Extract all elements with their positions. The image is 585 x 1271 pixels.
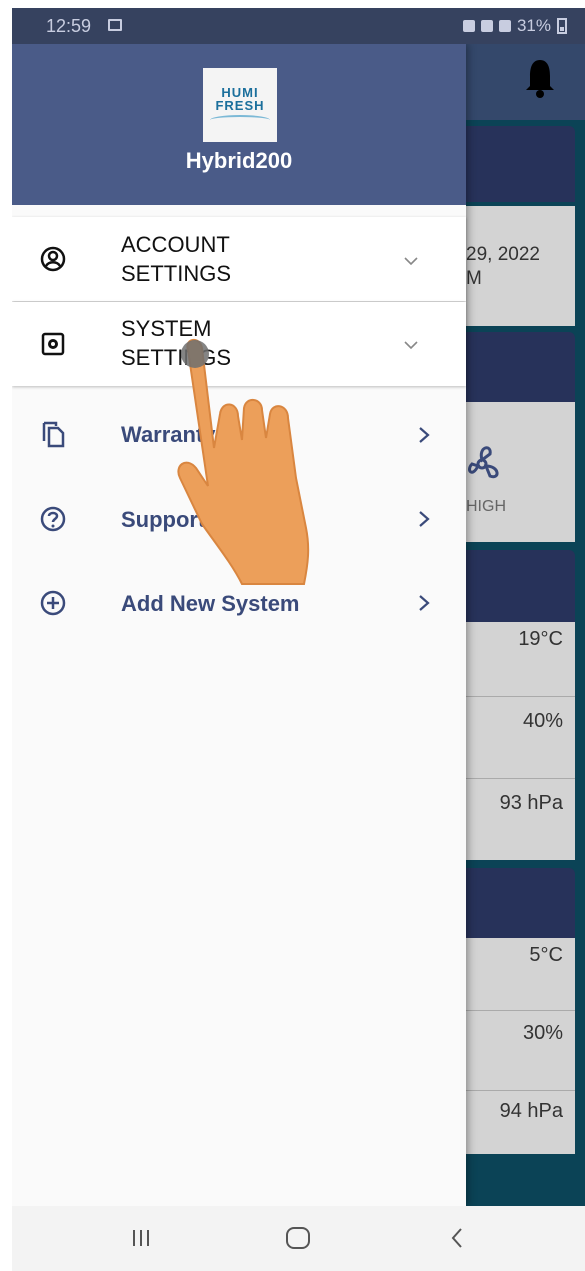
background-card-header [466, 332, 575, 402]
status-time: 12:59 [46, 16, 92, 36]
bell-icon [526, 60, 554, 98]
battery-percent: 31% [516, 16, 551, 35]
back-button[interactable] [449, 1226, 465, 1250]
background-card-header [466, 126, 575, 202]
chevron-right-icon [419, 427, 430, 443]
background-app: 29, 2022 M HIGH 19°C 40% 93 hPa 5°C 30% [466, 44, 585, 1271]
chevron-right-icon [419, 511, 430, 527]
system-name: Hybrid200 [185, 148, 293, 173]
help-circle-icon [40, 506, 66, 532]
phone-screen: 12:59 31% 29, 2022 M HIGH 19°C 40% 93 hP… [12, 8, 585, 1271]
background-card-header [466, 550, 575, 622]
chevron-down-icon [404, 257, 418, 266]
alarm-icon [462, 20, 475, 32]
wifi-icon [498, 20, 511, 32]
mute-icon [480, 20, 493, 32]
recent-apps-button[interactable] [130, 1227, 152, 1249]
status-icons: 31% [462, 16, 567, 36]
background-date-card: 29, 2022 M [466, 206, 575, 326]
background-card-header [466, 868, 575, 938]
chevron-right-icon [419, 595, 430, 611]
account-settings-label-2: SETTINGS [121, 261, 232, 286]
background-outdoor-card: 5°C 30% 94 hPa [466, 938, 575, 1154]
tap-hand-indicator [177, 339, 310, 585]
battery-icon [557, 18, 567, 34]
copy-document-icon [42, 421, 65, 448]
fan-icon [468, 446, 499, 479]
status-bar: 12:59 31% [12, 8, 585, 44]
system-navigation-bar [12, 1206, 585, 1271]
account-circle-icon [40, 246, 66, 272]
background-app-header [466, 44, 585, 120]
account-settings-label-1: ACCOUNT [121, 232, 230, 257]
background-indoor-card: 19°C 40% 93 hPa [466, 622, 575, 860]
background-fan-card: HIGH [466, 402, 575, 542]
account-settings-item[interactable]: ACCOUNT SETTINGS [12, 217, 466, 301]
gallery-notification-icon [108, 19, 122, 31]
drawer-header: HUMI FRESH Hybrid200 [12, 44, 466, 205]
home-button[interactable] [286, 1227, 310, 1249]
add-new-system-label: Add New System [121, 591, 300, 616]
add-circle-icon [40, 590, 66, 616]
navigation-drawer: HUMI FRESH Hybrid200 ACCOUNT SETTINGS SY… [12, 44, 466, 1206]
settings-gear-icon [41, 332, 65, 356]
chevron-down-icon [404, 341, 418, 350]
humifresh-logo: HUMI FRESH [203, 68, 277, 142]
